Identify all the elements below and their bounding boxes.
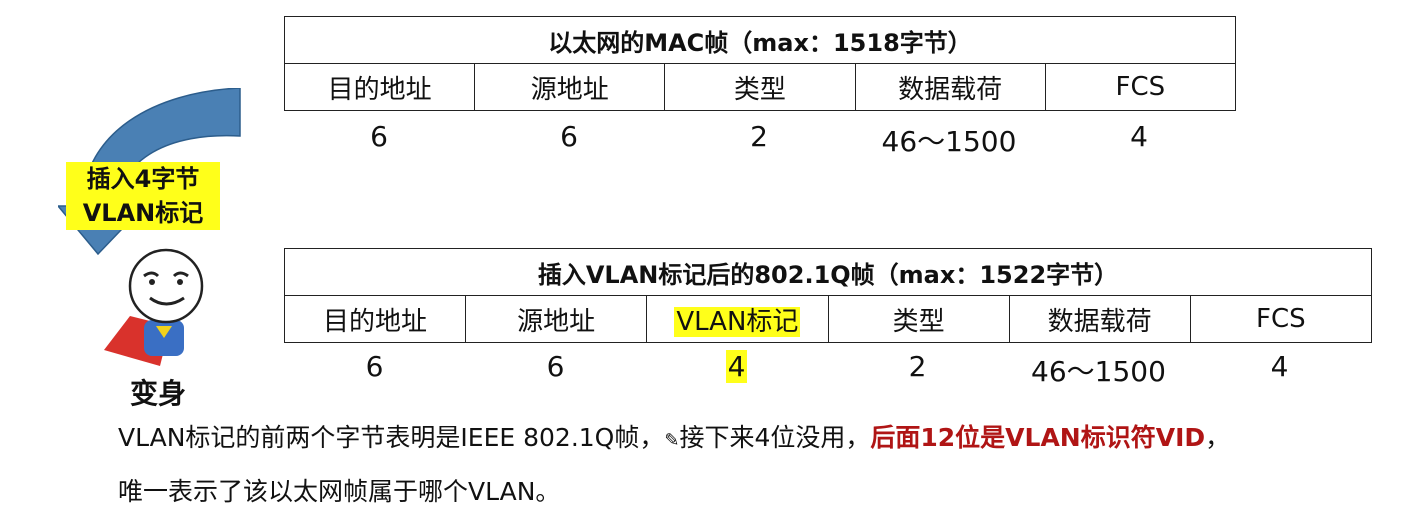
explanation-part4: ，	[1205, 423, 1231, 452]
mascot-caption: 变身	[130, 377, 187, 410]
vlan-field-fcs: FCS	[1189, 295, 1373, 343]
vlan-frame-title: 插入VLAN标记后的802.1Q帧（max：1522字节）	[284, 248, 1372, 296]
mac-size-dest: 6	[370, 120, 388, 153]
vlan-field-type: 类型	[827, 295, 1010, 343]
vlan-field-src: 源地址	[465, 295, 648, 343]
mac-frame-title: 以太网的MAC帧（max：1518字节）	[284, 16, 1236, 64]
vlan-field-tag: VLAN标记	[674, 306, 801, 337]
vlan-field-dest: 目的地址	[283, 295, 467, 343]
mac-size-type: 2	[750, 120, 768, 153]
pencil-icon: ✎	[664, 430, 680, 451]
explanation-part2: 接下来4位没用，	[679, 423, 871, 452]
vlan-field-payload: 数据载荷	[1008, 295, 1191, 343]
vlan-size-src: 6	[546, 350, 565, 383]
mac-size-fcs: 4	[1130, 120, 1148, 153]
mac-size-payload: 46～1500	[881, 125, 1017, 158]
vlan-size-type: 2	[908, 350, 927, 383]
explanation-line2: 唯一表示了该以太网帧属于哪个VLAN。	[118, 477, 561, 506]
explanation-line1: VLAN标记的前两个字节表明是IEEE 802.1Q帧，✎接下来4位没用，后面1…	[118, 418, 1230, 454]
explanation-part1: VLAN标记的前两个字节表明是IEEE 802.1Q帧，	[118, 423, 665, 452]
vlan-size-dest: 6	[365, 350, 384, 383]
mac-field-src: 源地址	[474, 63, 666, 111]
mac-field-dest: 目的地址	[283, 63, 476, 111]
vlan-size-tag: 4	[725, 350, 748, 383]
insert-note-line1: 插入4字节	[86, 165, 200, 193]
vlan-size-payload: 46～1500	[1031, 355, 1166, 388]
insert-note: 插入4字节 VLAN标记	[66, 162, 220, 230]
explanation-vid: 后面12位是VLAN标识符VID	[870, 423, 1206, 452]
mac-field-payload: 数据载荷	[854, 63, 1046, 111]
insert-note-line2: VLAN标记	[82, 199, 204, 227]
mascot-superman-icon	[104, 248, 204, 366]
mac-frame-table: 以太网的MAC帧（max：1518字节） 目的地址 源地址 类型 数据载荷 FC…	[283, 16, 1237, 111]
vlan-frame-sizes: 6 6 4 2 46～1500 4	[284, 350, 1372, 390]
mac-size-src: 6	[560, 120, 578, 153]
mac-field-fcs: FCS	[1044, 63, 1237, 111]
vlan-frame-table: 插入VLAN标记后的802.1Q帧（max：1522字节） 目的地址 源地址 V…	[283, 248, 1373, 343]
vlan-size-fcs: 4	[1270, 350, 1289, 383]
mac-frame-sizes: 6 6 2 46～1500 4	[284, 120, 1236, 160]
mac-field-type: 类型	[664, 63, 856, 111]
